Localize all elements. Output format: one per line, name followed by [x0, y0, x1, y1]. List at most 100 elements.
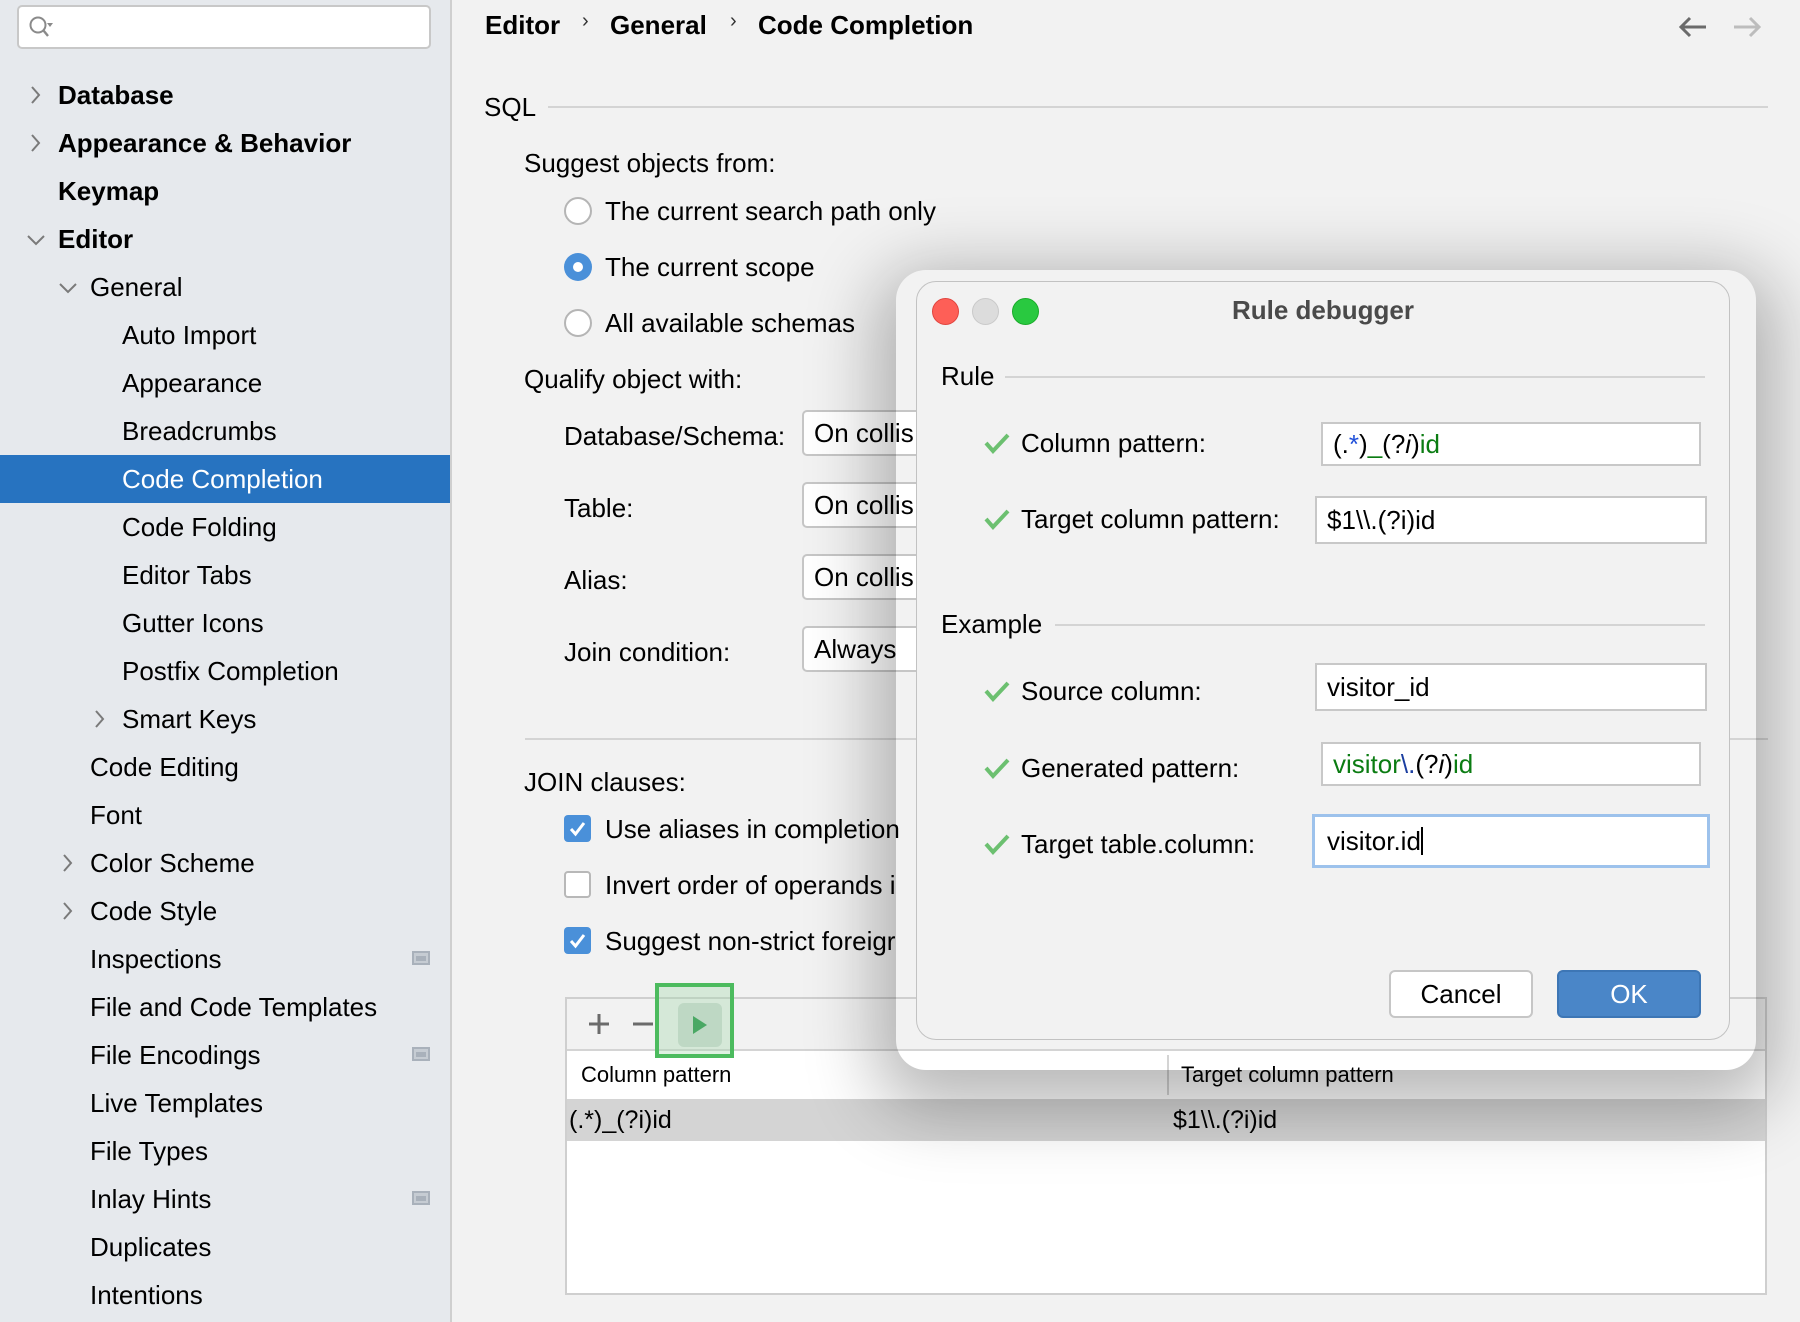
- sidebar-item-label: Duplicates: [90, 1232, 212, 1262]
- sidebar-item-duplicates[interactable]: Duplicates: [0, 1223, 450, 1271]
- chevron-right-icon[interactable]: [26, 71, 46, 119]
- sidebar-item-font[interactable]: Font: [0, 791, 450, 839]
- sidebar-item-appearance[interactable]: Appearance: [0, 359, 450, 407]
- sidebar-item-label: Appearance & Behavior: [58, 128, 352, 158]
- sidebar-item-file-types[interactable]: File Types: [0, 1127, 450, 1175]
- arrow-right-icon[interactable]: [1732, 14, 1762, 40]
- sidebar-item-database[interactable]: Database: [0, 71, 450, 119]
- sidebar-item-label: Inlay Hints: [90, 1184, 212, 1214]
- target-column-pattern-label: Target column pattern:: [1021, 504, 1280, 534]
- use-aliases-checkbox[interactable]: [564, 815, 591, 842]
- sidebar-item-label: Appearance: [122, 368, 263, 398]
- sidebar-item-breadcrumbs[interactable]: Breadcrumbs: [0, 407, 450, 455]
- radio-all-schemas[interactable]: [564, 309, 592, 337]
- sidebar-item-label: Editor Tabs: [122, 560, 252, 590]
- ok-button[interactable]: OK: [1557, 970, 1701, 1018]
- sidebar-item-code-editing[interactable]: Code Editing: [0, 743, 450, 791]
- sidebar-item-keymap[interactable]: Keymap: [0, 167, 450, 215]
- sidebar-item-postfix-completion[interactable]: Postfix Completion: [0, 647, 450, 695]
- chevron-down-icon[interactable]: [58, 263, 78, 311]
- sidebar-item-appearance-behavior[interactable]: Appearance & Behavior: [0, 119, 450, 167]
- database-schema-label: Database/Schema:: [564, 421, 786, 451]
- sidebar-item-smart-keys[interactable]: Smart Keys: [0, 695, 450, 743]
- cancel-button[interactable]: Cancel: [1389, 970, 1533, 1018]
- sidebar-item-label: Code Completion: [122, 464, 323, 494]
- check-ok-icon: [984, 758, 1010, 779]
- project-settings-icon: [412, 1047, 430, 1061]
- sidebar-item-label: Font: [90, 800, 143, 830]
- sidebar-item-label: Keymap: [58, 176, 160, 206]
- breadcrumb-item-editor[interactable]: Editor: [485, 10, 560, 41]
- radio-label[interactable]: All available schemas: [605, 308, 855, 339]
- arrow-left-icon[interactable]: [1678, 14, 1708, 40]
- sidebar-item-inlay-hints[interactable]: Inlay Hints: [0, 1175, 450, 1223]
- column-pattern-input[interactable]: (.*)_(?i)id: [1321, 422, 1701, 466]
- generated-pattern-label: Generated pattern:: [1021, 753, 1240, 783]
- sidebar-item-auto-import[interactable]: Auto Import: [0, 311, 450, 359]
- checkmark-icon: [569, 934, 586, 949]
- sidebar-item-code-completion[interactable]: Code Completion: [0, 455, 450, 503]
- plus-icon[interactable]: [579, 999, 619, 1049]
- breadcrumb-item-general[interactable]: General: [610, 10, 707, 41]
- settings-search-input[interactable]: [17, 5, 431, 49]
- source-column-input[interactable]: visitor_id: [1315, 663, 1707, 711]
- table-row[interactable]: (.*)_(?i)id $1\\.(?i)id: [567, 1099, 1765, 1141]
- suggest-non-strict-checkbox[interactable]: [564, 927, 591, 954]
- settings-sidebar: Database Appearance & Behavior Keymap Edito…: [0, 0, 450, 1322]
- sidebar-item-gutter-icons[interactable]: Gutter Icons: [0, 599, 450, 647]
- sidebar-item-label: Smart Keys: [122, 704, 257, 734]
- sidebar-item-editor[interactable]: Editor: [0, 215, 450, 263]
- join-condition-label: Join condition:: [564, 637, 731, 667]
- sidebar-item-label: Code Style: [90, 896, 218, 926]
- sidebar-splitter[interactable]: [450, 0, 452, 1322]
- qualify-object-label: Qualify object with:: [524, 364, 743, 394]
- checkbox-label[interactable]: Invert order of operands i: [605, 870, 896, 901]
- check-ok-icon: [984, 509, 1010, 530]
- sidebar-item-general[interactable]: General: [0, 263, 450, 311]
- chevron-right-icon[interactable]: [26, 119, 46, 167]
- play-icon: [693, 1016, 707, 1034]
- source-column-label: Source column:: [1021, 676, 1202, 706]
- chevron-right-icon[interactable]: [58, 839, 78, 887]
- sidebar-item-file-and-code-templates[interactable]: File and Code Templates: [0, 983, 450, 1031]
- sidebar-item-label: Gutter Icons: [122, 608, 264, 638]
- chevron-down-icon[interactable]: [26, 215, 46, 263]
- check-ok-icon: [984, 433, 1010, 454]
- sql-section-title: SQL: [484, 92, 537, 122]
- project-settings-icon: [412, 1191, 430, 1205]
- sidebar-item-code-style[interactable]: Code Style: [0, 887, 450, 935]
- sidebar-item-live-templates[interactable]: Live Templates: [0, 1079, 450, 1127]
- sidebar-item-color-scheme[interactable]: Color Scheme: [0, 839, 450, 887]
- suggest-objects-label: Suggest objects from:: [524, 148, 776, 178]
- check-ok-icon: [984, 681, 1010, 702]
- sidebar-item-code-folding[interactable]: Code Folding: [0, 503, 450, 551]
- sidebar-item-inspections[interactable]: Inspections: [0, 935, 450, 983]
- target-column-pattern-input[interactable]: $1\\.(?i)id: [1315, 496, 1707, 544]
- checkbox-label[interactable]: Suggest non-strict foreigr: [605, 926, 895, 957]
- invert-operands-checkbox[interactable]: [564, 871, 591, 898]
- radio-label[interactable]: The current search path only: [605, 196, 936, 227]
- rule-section-title: Rule: [941, 361, 995, 391]
- sidebar-item-label: Code Editing: [90, 752, 239, 782]
- radio-search-path-only[interactable]: [564, 197, 592, 225]
- section-divider: [1055, 624, 1705, 626]
- sidebar-item-label: File and Code Templates: [90, 992, 378, 1022]
- sidebar-item-label: Database: [58, 80, 174, 110]
- sidebar-item-editor-tabs[interactable]: Editor Tabs: [0, 551, 450, 599]
- chevron-right-icon[interactable]: [58, 887, 78, 935]
- sidebar-item-label: File Types: [90, 1136, 209, 1166]
- sidebar-item-intentions[interactable]: Intentions: [0, 1271, 450, 1319]
- breadcrumb-separator: ›: [582, 10, 589, 32]
- radio-label[interactable]: The current scope: [605, 252, 815, 283]
- radio-current-scope[interactable]: [564, 253, 592, 281]
- target-table-column-input[interactable]: visitor.id: [1315, 817, 1707, 865]
- chevron-right-icon[interactable]: [90, 695, 110, 743]
- sidebar-item-label: Inspections: [90, 944, 222, 974]
- checkbox-label[interactable]: Use aliases in completion: [605, 814, 900, 845]
- target-table-column-value: visitor.id: [1327, 826, 1421, 856]
- run-rule-debugger-button[interactable]: [655, 983, 734, 1058]
- sidebar-item-label: Postfix Completion: [122, 656, 339, 686]
- rule-debugger-dialog: Rule debugger Rule Column pattern: (.*)_…: [916, 281, 1730, 1040]
- generated-pattern-input[interactable]: visitor\.(?i)id: [1321, 742, 1701, 786]
- sidebar-item-file-encodings[interactable]: File Encodings: [0, 1031, 450, 1079]
